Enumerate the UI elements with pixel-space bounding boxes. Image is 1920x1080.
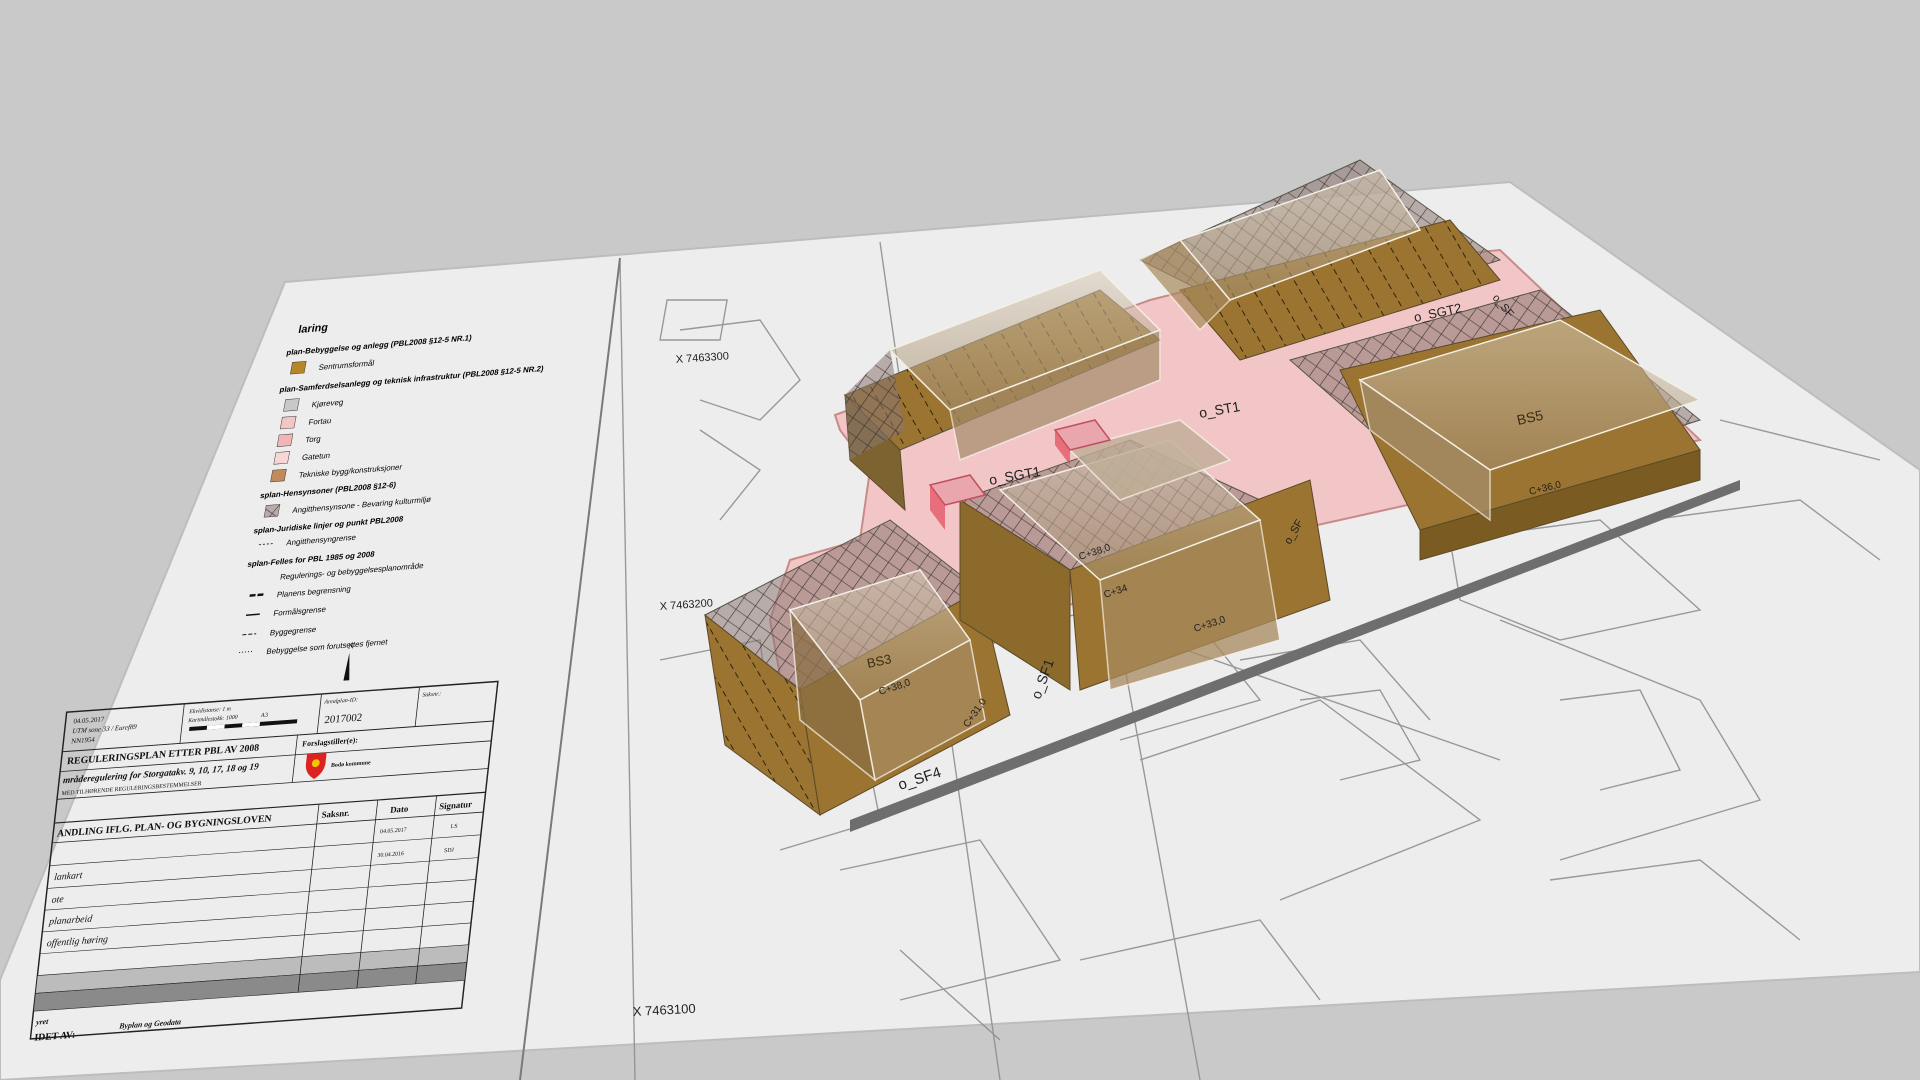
swatch-torg bbox=[276, 433, 294, 447]
tb-date1: 04.05.2017 bbox=[73, 716, 105, 725]
swatch-hensynsone bbox=[263, 504, 281, 518]
swatch-sentrum bbox=[289, 361, 307, 375]
tb-row1-sign: LS bbox=[450, 824, 458, 830]
tb-format: A3 bbox=[260, 712, 268, 719]
legend-torg: Torg bbox=[305, 434, 322, 444]
tb-row2-label: lankart bbox=[54, 870, 84, 883]
swatch-gatetun bbox=[273, 451, 290, 465]
tb-nn: NN1954 bbox=[71, 737, 96, 746]
site-plan-scene: X 7463300 X 7463200 X 7463100 o_ST1 o_SG… bbox=[0, 159, 1920, 1080]
tb-col-dato: Dato bbox=[390, 804, 410, 815]
tb-row3-label: ote bbox=[51, 894, 65, 906]
tb-footer-label: yret bbox=[35, 1017, 50, 1027]
tb-col-saksnr: Saksnr. bbox=[321, 808, 350, 820]
tb-row2-sign: SDJ bbox=[444, 847, 455, 854]
swatch-kjoreveg bbox=[283, 398, 300, 412]
swatch-tekniske bbox=[270, 468, 287, 483]
swatch-fortau bbox=[279, 415, 297, 430]
